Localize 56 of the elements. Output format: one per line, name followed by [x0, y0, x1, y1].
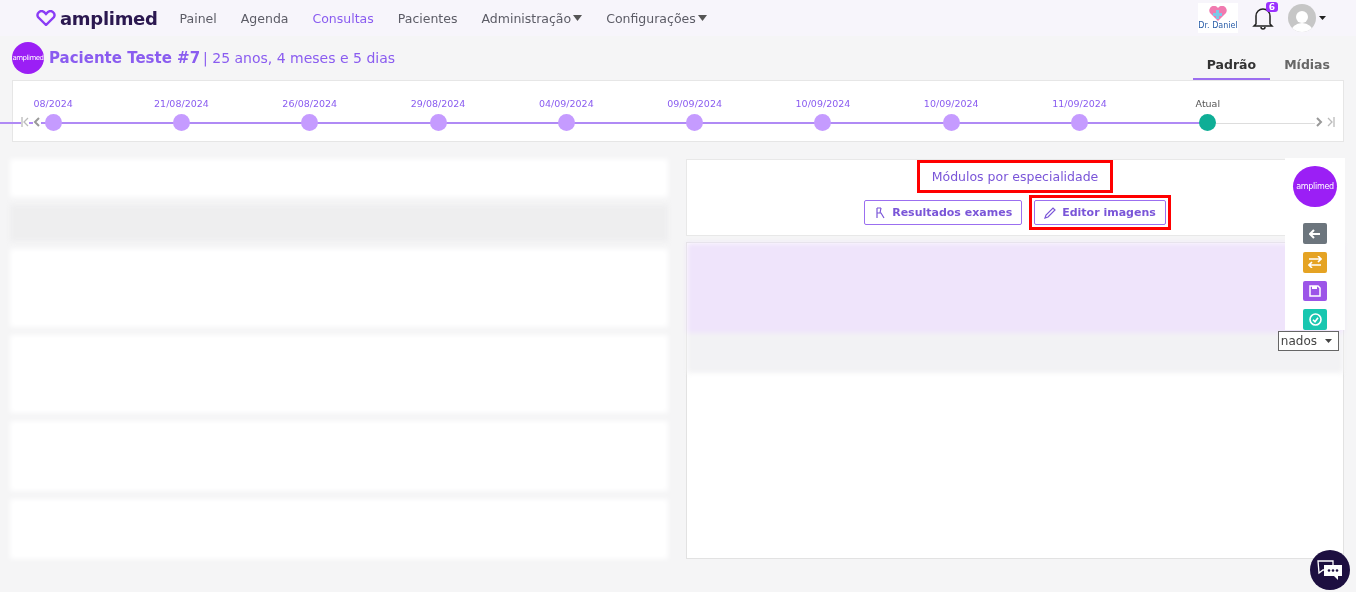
timeline-date: 09/09/2024: [667, 98, 722, 109]
notification-count: 6: [1265, 2, 1278, 12]
patient-age: | 25 anos, 4 meses e 5 dias: [203, 50, 396, 66]
timeline-node[interactable]: [557, 114, 575, 131]
timeline-node[interactable]: [172, 114, 190, 131]
modules-title: Módulos por especialidade: [930, 168, 1100, 186]
swap-arrows-icon: [1308, 256, 1322, 269]
timeline-node[interactable]: [44, 114, 62, 131]
nav-link[interactable]: Consultas: [312, 10, 374, 26]
chat-button[interactable]: [1310, 550, 1350, 590]
caret-icon: [1325, 339, 1332, 343]
timeline-date: Atual: [1195, 98, 1221, 109]
timeline-date: 04/09/2024: [538, 98, 594, 109]
chat-bubbles-icon: [1317, 559, 1343, 581]
nav-link[interactable]: Administração: [481, 10, 583, 26]
arrow-left-icon: [1309, 228, 1321, 239]
patient-name: Paciente Teste #7: [49, 49, 201, 67]
swap-button[interactable]: [1303, 252, 1327, 273]
timeline-date: 08/2024: [33, 98, 73, 109]
avatar-logo-text: amplimed: [1296, 182, 1334, 192]
nav-link[interactable]: Painel: [179, 10, 217, 26]
timeline-date: 21/08/2024: [154, 98, 209, 109]
timeline-node[interactable]: [429, 114, 447, 131]
timeline-node[interactable]: [942, 114, 960, 131]
timeline-date: 10/09/2024: [795, 98, 851, 109]
timeline-date: 10/09/2024: [923, 98, 979, 109]
heart-logo-icon: [36, 10, 56, 26]
timeline-date: 11/09/2024: [1052, 98, 1107, 109]
timeline-node[interactable]: [686, 114, 704, 131]
user-avatar[interactable]: [1288, 4, 1316, 32]
exam-results-button[interactable]: Resultados exames: [864, 200, 1023, 225]
brand-name: amplimed: [60, 7, 158, 29]
timeline-node[interactable]: [814, 114, 832, 131]
nav-link[interactable]: Agenda: [240, 10, 289, 26]
caret-icon: [1319, 16, 1326, 20]
save-button[interactable]: [1303, 280, 1327, 302]
view-tab[interactable]: Mídias: [1270, 36, 1344, 80]
check-button[interactable]: [1303, 309, 1327, 330]
chevron-left-icon[interactable]: [33, 117, 41, 127]
dropdown[interactable]: nados: [1277, 331, 1339, 351]
chevron-right-icon[interactable]: [1315, 117, 1323, 127]
timeline-date: 29/08/2024: [410, 98, 466, 109]
first-page-icon[interactable]: [21, 117, 29, 127]
timeline-date: 26/08/2024: [282, 98, 338, 109]
timeline-node[interactable]: [1071, 114, 1088, 131]
back-button[interactable]: [1303, 223, 1327, 244]
timeline-node[interactable]: [1199, 114, 1217, 131]
nav-link[interactable]: Pacientes: [397, 10, 458, 26]
check-circle-icon: [1308, 313, 1322, 327]
nav-link[interactable]: Configurações: [606, 10, 707, 26]
heart-cross-icon: [1209, 6, 1227, 21]
timeline-node[interactable]: [301, 114, 319, 131]
image-editor-button[interactable]: Editor imagens: [1034, 200, 1166, 225]
pencil-icon: [1044, 206, 1057, 219]
last-page-icon[interactable]: [1327, 117, 1335, 127]
clinic-name: Dr. Daniel: [1198, 21, 1238, 30]
